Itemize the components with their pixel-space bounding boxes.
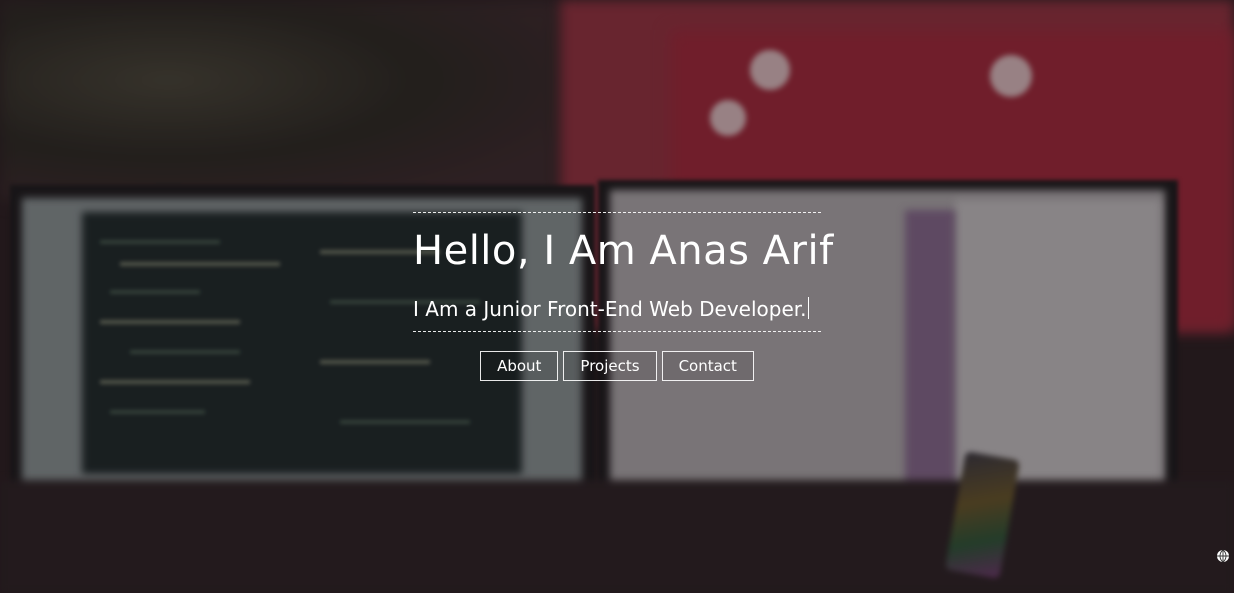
hero-content: Hello, I Am Anas Arif I Am a Junior Fron… [413,212,834,381]
hero-section: Hello, I Am Anas Arif I Am a Junior Fron… [0,0,1234,593]
hero-nav: About Projects Contact [413,351,821,381]
projects-button[interactable]: Projects [563,351,657,381]
about-button[interactable]: About [480,351,559,381]
contact-button[interactable]: Contact [661,351,754,381]
hero-subtitle: I Am a Junior Front-End Web Developer. [413,276,821,331]
globe-icon[interactable] [1216,549,1230,563]
typing-text: I Am a Junior Front-End Web Developer. [413,297,807,321]
typing-cursor [807,297,809,319]
hero-frame: Hello, I Am Anas Arif I Am a Junior Fron… [413,212,834,332]
page-title: Hello, I Am Anas Arif [413,228,834,274]
